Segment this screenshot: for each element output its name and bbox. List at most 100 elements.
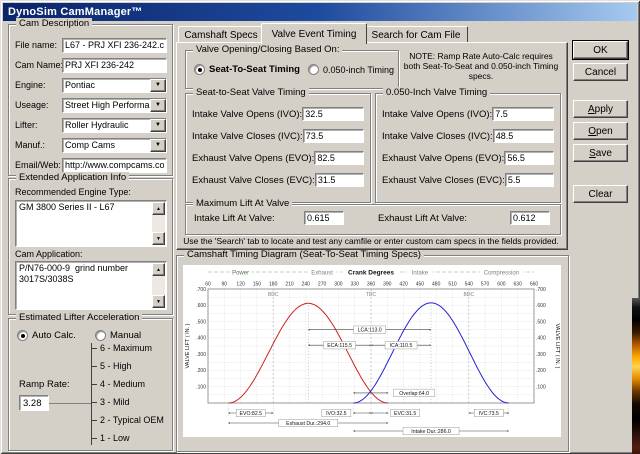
seat-to-seat-radio[interactable]	[194, 64, 205, 75]
scroll-down-icon[interactable]: ▼	[152, 295, 165, 308]
tab-camshaft-specs[interactable]: Camshaft Specs	[178, 26, 264, 43]
svg-text:VALVE LIFT ( IN. ): VALVE LIFT ( IN. )	[185, 323, 191, 368]
cam-name-input[interactable]	[62, 57, 167, 73]
scrollbar[interactable]: ▲ ▼	[152, 202, 165, 245]
svg-text:.100: .100	[536, 385, 546, 391]
manuf-select[interactable]: Comp Cams ▼	[62, 137, 167, 153]
apply-button[interactable]: Apply	[573, 100, 628, 118]
ramp-rate-value[interactable]: 3.28	[19, 395, 49, 411]
scroll-up-icon[interactable]: ▲	[152, 263, 165, 276]
scale-label: 6 - Maximum	[100, 343, 153, 353]
scroll-down-icon[interactable]: ▼	[152, 232, 165, 245]
file-name-row: File name:	[15, 37, 167, 53]
inch-evc-input[interactable]	[504, 173, 554, 187]
seat-evc-input[interactable]	[314, 173, 364, 187]
valve-basis-group: Valve Opening/Closing Based On: Seat-To-…	[185, 44, 399, 89]
open-button[interactable]: Open	[573, 122, 628, 140]
dropdown-arrow-icon[interactable]: ▼	[150, 138, 166, 152]
tick-icon	[92, 437, 97, 439]
camshaft-timing-diagram-chart: Power Exhaust Intake Compression Crank Degre…	[183, 265, 561, 437]
auto-calc-radio[interactable]	[17, 330, 28, 341]
evc-row: Exhaust Valve Closes (EVC):	[192, 172, 364, 188]
ramp-rate-scale[interactable]: 6 - Maximum 5 - High 4 - Medium 3 - Mild…	[91, 343, 168, 445]
svg-text:630: 630	[514, 282, 523, 288]
tab-label: Camshaft Specs	[184, 29, 258, 41]
file-name-label: File name:	[15, 40, 58, 50]
svg-text:.700: .700	[536, 287, 546, 293]
search-hint-text: Use the 'Search' tab to locate and test …	[183, 236, 559, 246]
svg-text:.500: .500	[196, 319, 206, 325]
inch-timing-radio[interactable]	[308, 64, 319, 75]
cancel-button[interactable]: Cancel	[573, 63, 628, 81]
lifter-select[interactable]: Roller Hydraulic ▼	[62, 117, 167, 133]
scrollbar[interactable]: ▲ ▼	[152, 263, 165, 308]
seat-to-seat-radio-row[interactable]: Seat-To-Seat Timing	[194, 64, 300, 75]
tab-search-for-cam-file[interactable]: Search for Cam File	[364, 26, 468, 43]
inch-ivc-input[interactable]	[492, 129, 554, 143]
clear-label: Clear	[588, 188, 613, 200]
ok-button[interactable]: OK	[573, 41, 628, 59]
tick-icon	[92, 383, 97, 385]
ramp-rate-note: NOTE: Ramp Rate Auto-Calc requires both …	[403, 51, 559, 81]
cam-application-textbox[interactable]: P/N76-000-9 grind number 3017S/3038S ▲ ▼	[15, 261, 167, 310]
file-name-input[interactable]	[62, 37, 167, 53]
timing-diagram-group: Camshaft Timing Diagram (Seat-To-Seat Ti…	[176, 249, 569, 452]
seat-timing-legend: Seat-to-Seat Valve Timing	[193, 87, 309, 99]
scroll-up-icon[interactable]: ▲	[152, 202, 165, 215]
title-bar[interactable]: DynoSim CamManager™	[3, 3, 637, 21]
manuf-value: Comp Cams	[65, 139, 116, 150]
dropdown-arrow-icon[interactable]: ▼	[150, 98, 166, 112]
manual-radio-row[interactable]: Manual	[95, 330, 141, 341]
email-web-input[interactable]	[62, 157, 167, 173]
tab-valve-event-timing[interactable]: Valve Event Timing	[261, 23, 367, 44]
svg-text:330: 330	[351, 282, 360, 288]
scale-item: 4 - Medium	[92, 379, 145, 389]
engine-select[interactable]: Pontiac ▼	[62, 77, 167, 93]
svg-text:.100: .100	[196, 385, 206, 391]
evc-label: Exhaust Valve Closes (EVC):	[192, 174, 315, 186]
useage-select[interactable]: Street High Performance ▼	[62, 97, 167, 113]
tick-icon	[92, 419, 97, 421]
intake-lift-input[interactable]	[304, 211, 344, 225]
ivo-label: Intake Valve Opens (IVO):	[192, 108, 303, 120]
save-button[interactable]: Save	[573, 144, 628, 162]
cam-description-group: Cam Description File name: Cam Name: Eng…	[8, 18, 173, 176]
svg-text:.500: .500	[536, 319, 546, 325]
scale-label: 3 - Mild	[100, 397, 130, 407]
svg-text:.400: .400	[536, 336, 546, 342]
dropdown-arrow-icon[interactable]: ▼	[150, 78, 166, 92]
useage-value: Street High Performance	[65, 99, 151, 110]
svg-text:180: 180	[269, 282, 278, 288]
auto-calc-radio-row[interactable]: Auto Calc.	[17, 330, 76, 341]
inch-ivo-input[interactable]	[492, 107, 554, 121]
evc-label: Exhaust Valve Closes (EVC):	[382, 174, 505, 186]
dynosim-cammanager-window: DynoSim CamManager™ Cam Description File…	[0, 0, 640, 454]
exhaust-lift-input[interactable]	[510, 211, 550, 225]
manuf-row: Manuf.: Comp Cams ▼	[15, 137, 167, 153]
svg-text:ECA:115.5: ECA:115.5	[327, 343, 352, 349]
recommended-engine-type-textbox[interactable]: GM 3800 Series II - L67 ▲ ▼	[15, 200, 167, 247]
scale-label: 4 - Medium	[100, 379, 146, 389]
lifter-label: Lifter:	[15, 120, 38, 130]
ivc-row: Intake Valve Closes (IVC):	[382, 128, 554, 144]
inch-evo-input[interactable]	[504, 151, 554, 165]
scale-label: 2 - Typical OEM	[100, 415, 164, 425]
svg-text:150: 150	[253, 282, 262, 288]
ramp-rate-connector	[49, 403, 91, 404]
svg-text:.300: .300	[196, 352, 206, 358]
inch-timing-radio-row[interactable]: 0.050-inch Timing	[308, 64, 394, 75]
engine-label: Engine:	[15, 80, 46, 90]
engine-row: Engine: Pontiac ▼	[15, 77, 167, 93]
svg-text:BDC: BDC	[268, 292, 279, 298]
cam-application-value: P/N76-000-9 grind number 3017S/3038S	[19, 263, 129, 284]
clear-button[interactable]: Clear	[573, 185, 628, 203]
seat-evo-input[interactable]	[314, 151, 364, 165]
scale-item: 2 - Typical OEM	[92, 415, 164, 425]
seat-ivc-input[interactable]	[302, 129, 364, 143]
manual-radio[interactable]	[95, 330, 106, 341]
lifter-accel-legend: Estimated Lifter Acceleration	[16, 312, 143, 324]
seat-ivo-input[interactable]	[302, 107, 364, 121]
extended-info-legend: Extended Application Info	[16, 172, 130, 184]
open-label: Open	[588, 125, 613, 137]
dropdown-arrow-icon[interactable]: ▼	[150, 118, 166, 132]
